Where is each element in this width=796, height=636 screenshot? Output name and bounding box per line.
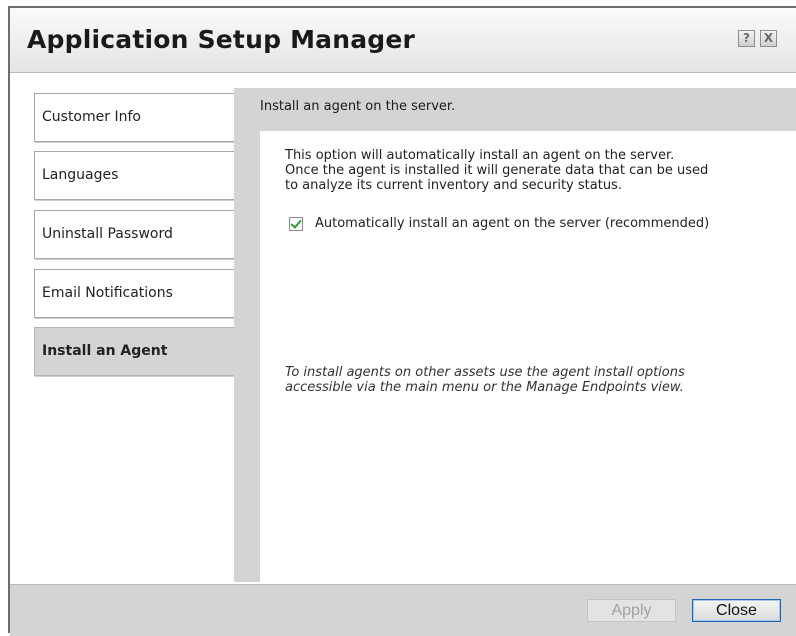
help-icon[interactable]: ?: [738, 30, 755, 47]
tab-languages[interactable]: Languages: [34, 151, 235, 200]
panel-header: Install an agent on the server.: [260, 99, 456, 114]
description-line: to analyze its current inventory and sec…: [285, 178, 622, 193]
close-icon[interactable]: X: [760, 30, 777, 47]
checkmark-icon: [290, 217, 302, 229]
close-button[interactable]: Close: [692, 599, 781, 622]
button-bar: Apply Close: [10, 584, 796, 636]
description-line: Once the agent is installed it will gene…: [285, 163, 709, 178]
tab-customer-info[interactable]: Customer Info: [34, 93, 235, 142]
auto-install-label[interactable]: Automatically install an agent on the se…: [315, 216, 709, 231]
tab-uninstall-password[interactable]: Uninstall Password: [34, 210, 235, 259]
description-line: This option will automatically install a…: [285, 148, 675, 163]
install-note: To install agents on other assets use th…: [285, 365, 785, 395]
panel-body: This option will automatically install a…: [260, 131, 796, 582]
dialog-title: Application Setup Manager: [27, 25, 416, 54]
setup-dialog: Application Setup Manager ? X Customer I…: [8, 6, 796, 636]
title-bar: Application Setup Manager ? X: [10, 8, 796, 73]
content-area: Customer Info Languages Uninstall Passwo…: [10, 73, 796, 584]
note-line: accessible via the main menu or the Mana…: [285, 380, 684, 395]
note-line: To install agents on other assets use th…: [285, 365, 685, 380]
description-text: This option will automatically install a…: [285, 148, 785, 193]
auto-install-checkbox[interactable]: [289, 217, 303, 231]
install-agent-panel: Install an agent on the server. This opt…: [234, 88, 796, 582]
apply-button[interactable]: Apply: [587, 599, 676, 622]
tab-email-notifications[interactable]: Email Notifications: [34, 269, 235, 318]
tab-install-an-agent[interactable]: Install an Agent: [34, 327, 237, 376]
